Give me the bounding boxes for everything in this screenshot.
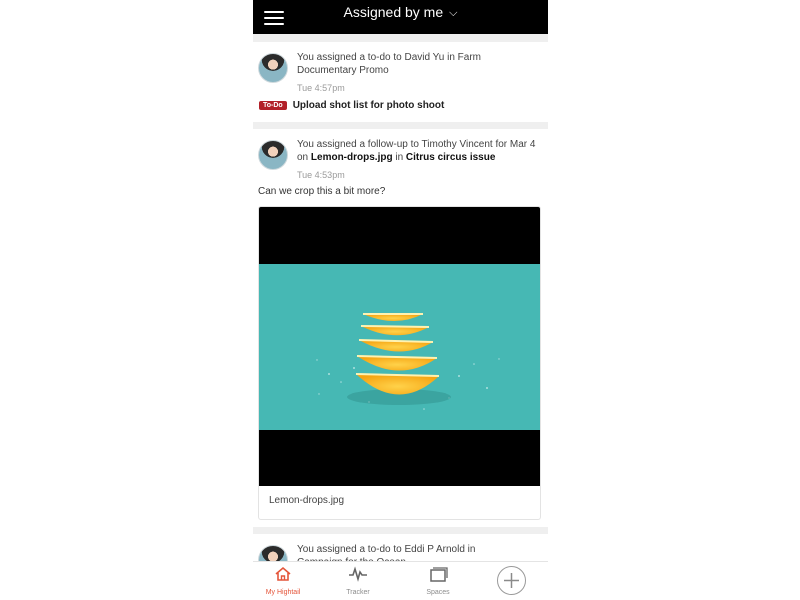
add-button[interactable] [497, 566, 526, 595]
nav-label: My Hightail [265, 589, 301, 596]
feed-item-message: You assigned a to-do to David Yu in Farm… [297, 52, 482, 76]
plus-icon [504, 573, 519, 588]
attachment-image[interactable] [259, 207, 540, 486]
chevron-down-icon: ⌵ [449, 7, 458, 19]
nav-label: Tracker [346, 589, 370, 596]
feed-item-time: Tue 4:53pm [297, 170, 345, 180]
divider [253, 527, 548, 534]
space-link[interactable]: Citrus circus issue [406, 152, 495, 163]
feed-item-time: Tue 4:57pm [297, 83, 345, 93]
file-link[interactable]: Lemon-drops.jpg [311, 152, 393, 163]
lemon-photo [259, 264, 540, 430]
avatar [258, 140, 288, 170]
bottom-nav: My Hightail Tracker Spaces [253, 561, 548, 600]
page-title: Assigned by me [343, 4, 444, 20]
feed-item[interactable]: You assigned a follow-up to Timothy Vinc… [253, 129, 548, 527]
app-screen: Assigned by me ⌵ You assigned a to-do to … [253, 0, 548, 600]
nav-label: Spaces [426, 589, 450, 596]
divider [253, 122, 548, 129]
divider [253, 34, 548, 42]
comment-text: Can we crop this a bit more? [258, 186, 386, 197]
top-bar: Assigned by me ⌵ [253, 0, 548, 34]
view-selector[interactable]: Assigned by me ⌵ [253, 4, 548, 21]
avatar [258, 53, 288, 83]
nav-spaces[interactable]: Spaces [408, 566, 468, 596]
todo-task-label: Upload shot list for photo shoot [292, 100, 445, 111]
todo-task[interactable]: To-Do Upload shot list for photo shoot [259, 100, 444, 111]
nav-my-hightail[interactable]: My Hightail [253, 566, 313, 596]
nav-tracker[interactable]: Tracker [328, 566, 388, 596]
feed-item-message: You assigned a follow-up to Timothy Vinc… [297, 139, 536, 163]
attachment-filename: Lemon-drops.jpg [269, 495, 345, 506]
spaces-icon [430, 567, 448, 582]
home-icon [275, 566, 291, 581]
todo-badge: To-Do [259, 101, 287, 110]
activity-feed: You assigned a to-do to David Yu in Farm… [253, 34, 548, 594]
feed-item[interactable]: You assigned a to-do to David Yu in Farm… [253, 42, 548, 122]
attachment-card[interactable]: Lemon-drops.jpg [258, 206, 541, 520]
activity-icon [349, 566, 367, 582]
